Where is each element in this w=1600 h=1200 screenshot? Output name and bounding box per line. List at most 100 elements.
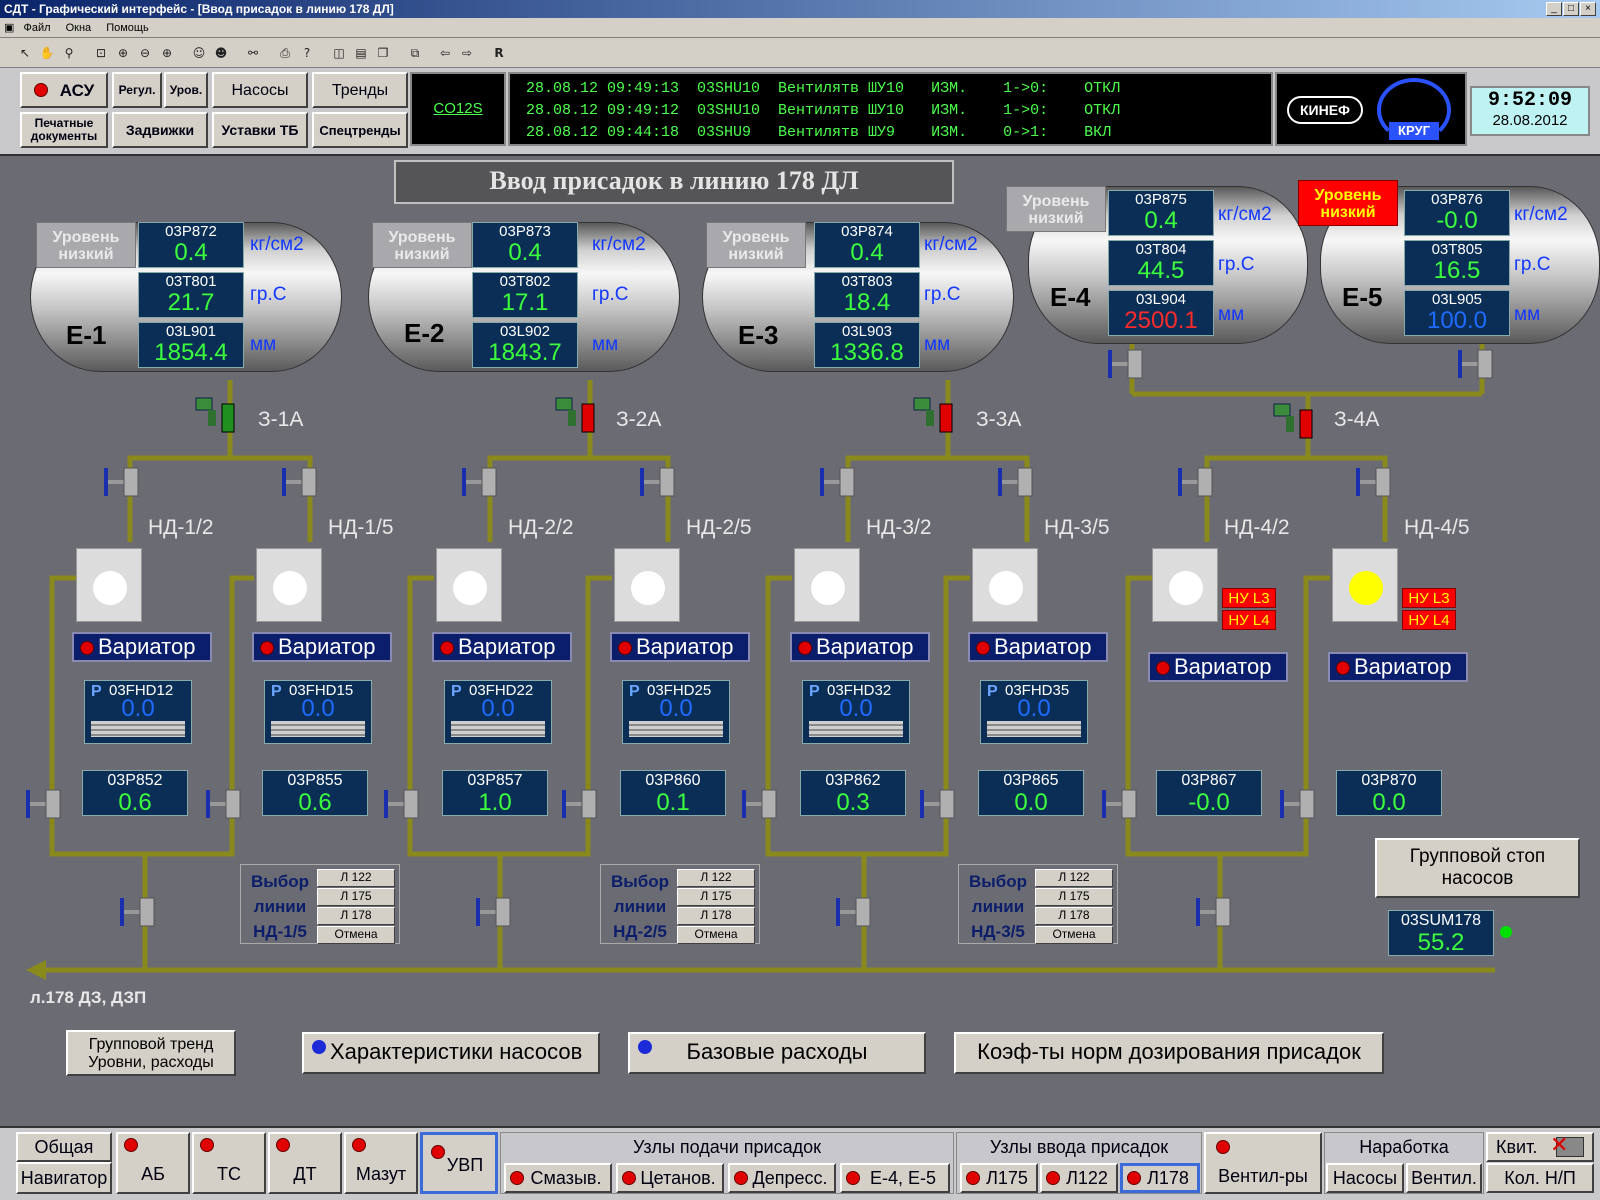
nasosy-button[interactable]: Насосы [212, 72, 308, 108]
menu-windows[interactable]: Окна [66, 22, 92, 34]
tank-measurement[interactable]: 03T803 18.4 [814, 272, 920, 318]
pressure-display[interactable]: 03P867 -0.0 [1156, 770, 1262, 816]
line-option-button[interactable]: Л 122 [317, 869, 395, 887]
nav-l122[interactable]: Л122 [1040, 1163, 1118, 1193]
user-settings-icon[interactable]: ☻ [212, 44, 230, 62]
line-option-button[interactable]: Л 122 [677, 869, 755, 887]
zoom-fit-icon[interactable]: ⊕ [114, 44, 132, 62]
window-icon[interactable]: ⧉ [406, 44, 424, 62]
zadvizhki-button[interactable]: Задвижки [112, 112, 208, 148]
print-docs-button[interactable]: Печатные документы [20, 112, 108, 148]
r-button[interactable]: R [490, 44, 508, 62]
variator-button[interactable]: Вариатор [1328, 652, 1468, 682]
pressure-display[interactable]: 03P857 1.0 [442, 770, 548, 816]
flow-display[interactable]: P 03FHD22 0.0 [444, 680, 552, 744]
pump-icon[interactable] [1152, 548, 1218, 622]
tank-measurement[interactable]: 03P873 0.4 [472, 222, 578, 268]
pump-icon[interactable] [436, 548, 502, 622]
pointer-icon[interactable]: ↖ [16, 44, 34, 62]
tank-measurement[interactable]: 03L905 100.0 [1404, 290, 1510, 336]
hand-icon[interactable]: ✋ [38, 44, 56, 62]
tank-measurement[interactable]: 03T804 44.5 [1108, 240, 1214, 286]
tank-measurement[interactable]: 03P876 -0.0 [1404, 190, 1510, 236]
pump-icon[interactable] [256, 548, 322, 622]
nav-ab[interactable]: АБ [116, 1132, 190, 1194]
tile-horizontal-icon[interactable]: ▤ [352, 44, 370, 62]
nav-kol-np[interactable]: Кол. Н/П [1486, 1163, 1594, 1193]
nav-dt[interactable]: ДТ [268, 1132, 342, 1194]
variator-button[interactable]: Вариатор [432, 632, 572, 662]
close-button[interactable]: × [1580, 2, 1596, 16]
line-option-button[interactable]: Отмена [677, 926, 755, 944]
variator-button[interactable]: Вариатор [1148, 652, 1288, 682]
menu-help[interactable]: Помощь [106, 22, 149, 34]
tank-measurement[interactable]: 03P872 0.4 [138, 222, 244, 268]
line-option-button[interactable]: Л 175 [677, 888, 755, 906]
flow-display[interactable]: P 03FHD25 0.0 [622, 680, 730, 744]
nav-uvp[interactable]: УВП [420, 1132, 498, 1194]
tank-measurement[interactable]: 03T802 17.1 [472, 272, 578, 318]
pump-icon[interactable] [1332, 548, 1398, 622]
line-option-button[interactable]: Л 175 [317, 888, 395, 906]
nav-runtime-ventil[interactable]: Вентил. [1406, 1163, 1482, 1193]
pressure-display[interactable]: 03P865 0.0 [978, 770, 1084, 816]
nav-cetanov[interactable]: Цетанов. [616, 1163, 724, 1193]
nav-runtime-pumps[interactable]: Насосы [1326, 1163, 1404, 1193]
base-flows-button[interactable]: Базовые расходы [628, 1032, 926, 1074]
nav-smazyv[interactable]: Смазыв. [504, 1163, 612, 1193]
line-option-button[interactable]: Л 178 [677, 907, 755, 925]
tank-measurement[interactable]: 03T805 16.5 [1404, 240, 1510, 286]
tank-measurement[interactable]: 03L904 2500.1 [1108, 290, 1214, 336]
flow-display[interactable]: P 03FHD15 0.0 [264, 680, 372, 744]
pressure-display[interactable]: 03P860 0.1 [620, 770, 726, 816]
user-icon[interactable]: ☺ [190, 44, 208, 62]
acknowledge-button[interactable]: Квит. ✕ [1486, 1132, 1594, 1162]
line-option-button[interactable]: Л 178 [1035, 907, 1113, 925]
tank-measurement[interactable]: 03L903 1336.8 [814, 322, 920, 368]
zoom-1to1-icon[interactable]: ⊡ [92, 44, 110, 62]
pressure-display[interactable]: 03P870 0.0 [1336, 770, 1442, 816]
flow-display[interactable]: P 03FHD35 0.0 [980, 680, 1088, 744]
forward-arrow-icon[interactable]: ⇨ [458, 44, 476, 62]
minimize-button[interactable]: _ [1546, 2, 1562, 16]
dosing-coefficients-button[interactable]: Коэф-ты норм дозирования присадок [954, 1032, 1384, 1074]
tank-measurement[interactable]: 03T801 21.7 [138, 272, 244, 318]
urov-button[interactable]: Уров. [164, 72, 208, 108]
regul-button[interactable]: Регул. [112, 72, 162, 108]
nav-obshaya[interactable]: Общая [16, 1132, 112, 1162]
variator-button[interactable]: Вариатор [790, 632, 930, 662]
binoculars-icon[interactable]: ⚯ [244, 44, 262, 62]
group-stop-button[interactable]: Групповой стоп насосов [1375, 838, 1580, 898]
print-icon[interactable]: ⎙ [276, 44, 294, 62]
tank-measurement[interactable]: 03P874 0.4 [814, 222, 920, 268]
variator-button[interactable]: Вариатор [72, 632, 212, 662]
spectrendy-button[interactable]: Спецтренды [312, 112, 408, 148]
variator-button[interactable]: Вариатор [968, 632, 1108, 662]
nav-e4-e5[interactable]: Е-4, Е-5 [840, 1163, 950, 1193]
pump-icon[interactable] [76, 548, 142, 622]
tank-measurement[interactable]: 03L902 1843.7 [472, 322, 578, 368]
line-option-button[interactable]: Л 122 [1035, 869, 1113, 887]
line-option-button[interactable]: Отмена [1035, 926, 1113, 944]
tile-vertical-icon[interactable]: ◫ [330, 44, 348, 62]
line-option-button[interactable]: Отмена [317, 926, 395, 944]
magnifier-icon[interactable]: ⚲ [60, 44, 78, 62]
line-option-button[interactable]: Л 178 [317, 907, 395, 925]
variator-button[interactable]: Вариатор [610, 632, 750, 662]
ustavki-button[interactable]: Уставки ТБ [212, 112, 308, 148]
help-icon[interactable]: ? [298, 44, 316, 62]
tank-measurement[interactable]: 03P875 0.4 [1108, 190, 1214, 236]
trendy-button[interactable]: Тренды [312, 72, 408, 108]
nav-depress[interactable]: Депресс. [728, 1163, 836, 1193]
flow-display[interactable]: P 03FHD12 0.0 [84, 680, 192, 744]
pump-icon[interactable] [972, 548, 1038, 622]
asu-button[interactable]: АСУ [20, 72, 108, 108]
nav-l178[interactable]: Л178 [1120, 1163, 1200, 1193]
zoom-out-icon[interactable]: ⊖ [136, 44, 154, 62]
pump-icon[interactable] [794, 548, 860, 622]
back-arrow-icon[interactable]: ⇦ [436, 44, 454, 62]
tank-measurement[interactable]: 03L901 1854.4 [138, 322, 244, 368]
pressure-display[interactable]: 03P852 0.6 [82, 770, 188, 816]
nav-l175[interactable]: Л175 [960, 1163, 1038, 1193]
pump-icon[interactable] [614, 548, 680, 622]
